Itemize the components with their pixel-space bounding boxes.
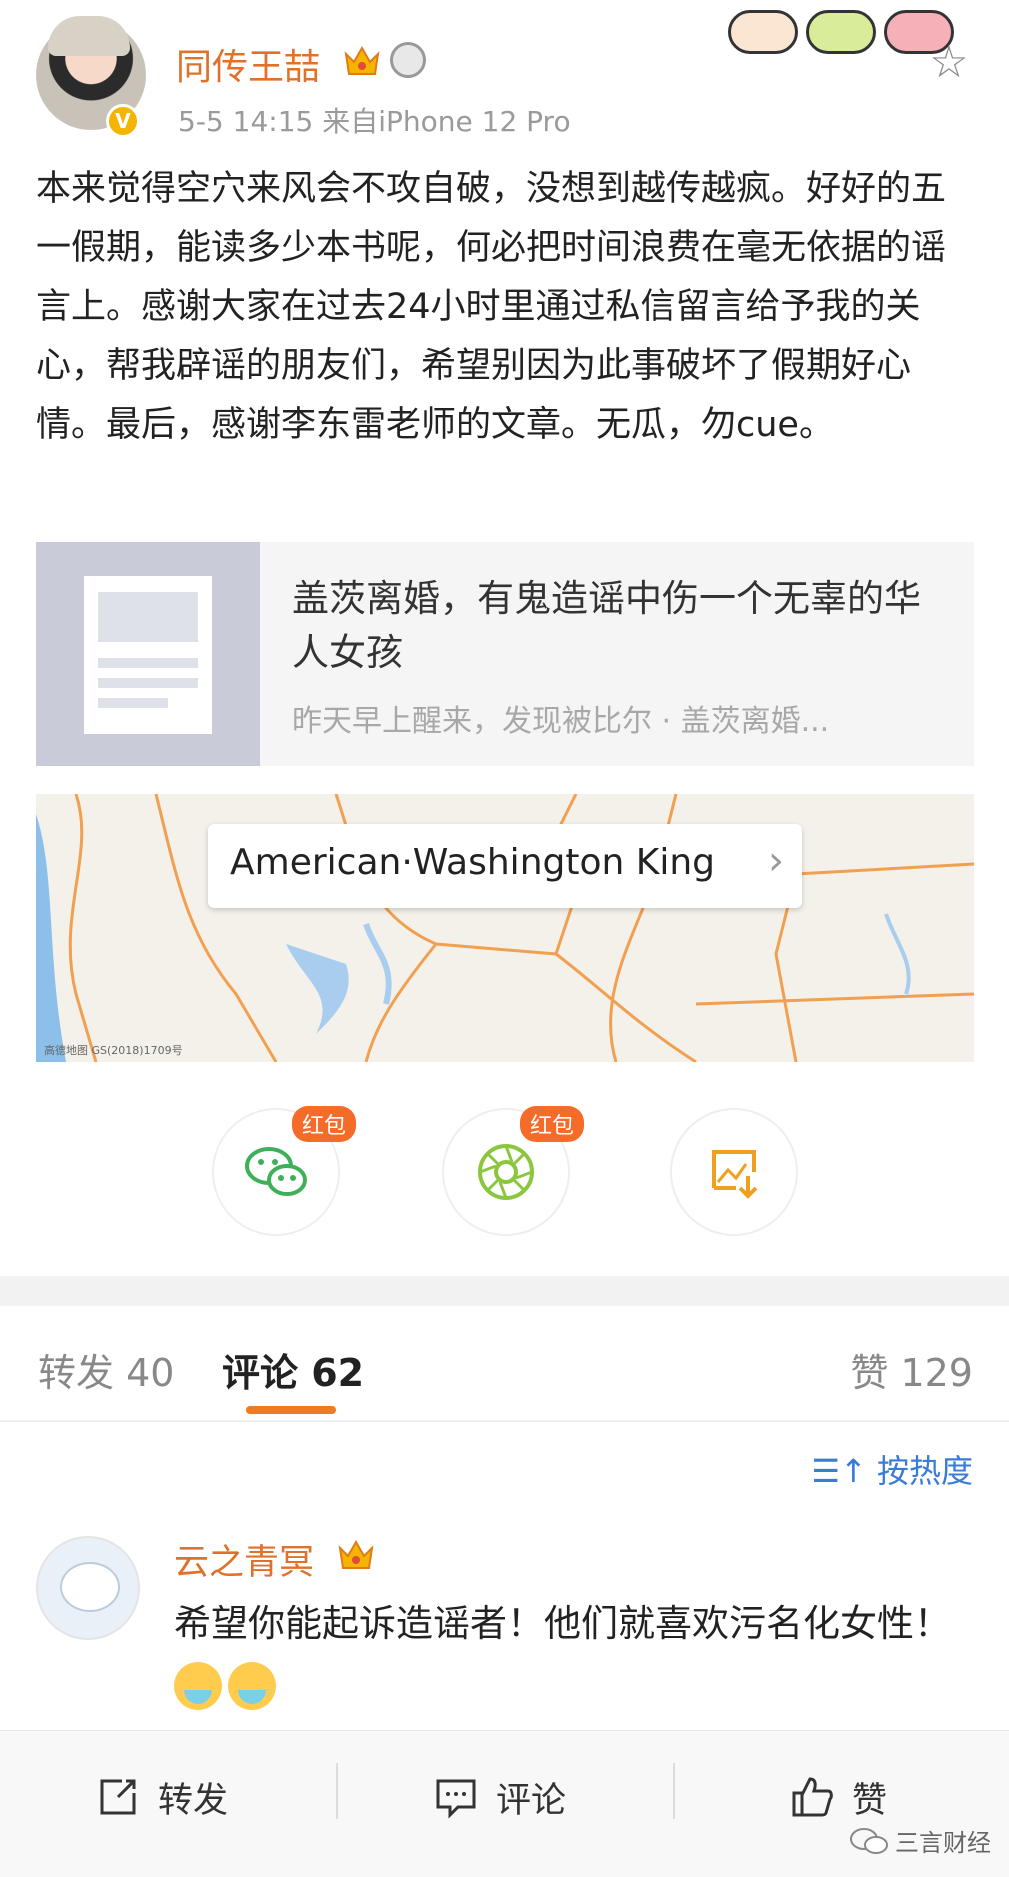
article-title: 盖茨离婚，有鬼造谣中伤一个无辜的华人女孩: [292, 577, 921, 674]
comment-item: 云之青冥 希望你能起诉造谣者！他们就喜欢污名化女性！: [0, 1530, 1009, 1730]
bar-separator: [673, 1763, 675, 1819]
article-card[interactable]: 盖茨离婚，有鬼造谣中伤一个无辜的华人女孩 昨天早上醒来，发现被比尔 · 盖茨离婚…: [36, 542, 974, 766]
chevron-right-icon: ›: [768, 838, 784, 884]
save-image-icon: [712, 1150, 758, 1199]
watermark-text: 三言财经: [895, 1829, 991, 1857]
document-icon: [84, 576, 212, 734]
image-placeholder-icon: [98, 592, 198, 642]
favorite-star-icon[interactable]: ☆: [926, 40, 972, 86]
verified-badge-icon: V: [106, 104, 140, 138]
comment-icon: [436, 1779, 476, 1819]
red-packet-badge: 红包: [292, 1106, 357, 1142]
sticker-decorations: [728, 10, 958, 60]
text-line: [98, 658, 198, 668]
article-description: 昨天早上醒来，发现被比尔 · 盖茨离婚...: [292, 704, 830, 739]
tab-like[interactable]: 赞 129: [850, 1342, 973, 1397]
share-row: 红包 红包: [0, 1106, 1009, 1238]
post-body-text: 本来觉得空穴来风会不攻自破，没想到越传越疯。好好的五一假期，能读多少本书呢，何必…: [36, 169, 947, 445]
like-label: 赞: [852, 1780, 888, 1821]
avatar-hat: [48, 16, 130, 56]
map-location-button[interactable]: American·Washington King ›: [208, 824, 802, 908]
crown-badge-icon[interactable]: [342, 44, 382, 78]
watermark: 三言财经: [849, 1823, 991, 1858]
post-username[interactable]: 同传王喆: [176, 38, 320, 90]
commenter-name[interactable]: 云之青冥: [174, 1534, 314, 1585]
tab-comment[interactable]: 评论 62: [222, 1342, 364, 1397]
repost-label: 转发: [158, 1780, 229, 1821]
text-line: [98, 678, 198, 688]
post-meta: 5-5 14:15 来自iPhone 12 Pro: [178, 105, 571, 138]
bottom-action-bar: 转发 评论 赞 三言财经: [0, 1730, 1009, 1877]
tab-repost[interactable]: 转发 40: [38, 1342, 174, 1397]
medal-badge-icon[interactable]: [390, 42, 426, 78]
crying-emoji-icon: [228, 1661, 276, 1710]
crying-emoji-icon: [174, 1661, 222, 1710]
map-location-label: American·Washington King: [230, 842, 716, 883]
location-map[interactable]: American·Washington King › 高德地图 GS(2018)…: [36, 794, 974, 1062]
save-image-button[interactable]: [670, 1108, 798, 1236]
wechat-icon: [245, 1147, 307, 1196]
comment-text: 希望你能起诉造谣者！他们就喜欢污名化女性！: [174, 1602, 951, 1645]
interaction-tabs: 转发 40 评论 62 赞 129: [0, 1306, 1009, 1422]
sort-by-hot-button[interactable]: ☰↑ 按热度: [811, 1446, 973, 1492]
moments-shutter-icon: [478, 1144, 534, 1200]
sort-label: 按热度: [876, 1452, 973, 1490]
repost-icon: [100, 1779, 136, 1815]
commenter-avatar[interactable]: [36, 1536, 140, 1640]
active-tab-indicator: [246, 1406, 336, 1414]
bar-separator: [336, 1763, 338, 1819]
sticker-frog-icon: [806, 10, 876, 54]
text-line: [98, 698, 168, 708]
post-header: V 同传王喆 5-5 14:15 来自iPhone 12 Pro ☆: [0, 0, 1009, 160]
cinnamoroll-face-icon: [60, 1562, 120, 1612]
comment-button[interactable]: 评论: [434, 1767, 566, 1827]
thumbs-up-icon: [792, 1777, 833, 1817]
crown-badge-icon[interactable]: [336, 1538, 376, 1572]
red-packet-badge: 红包: [520, 1106, 585, 1142]
map-credit: 高德地图 GS(2018)1709号: [44, 1044, 183, 1057]
wechat-watermark-icon: [850, 1827, 888, 1854]
comment-text-block: 希望你能起诉造谣者！他们就喜欢污名化女性！: [174, 1594, 974, 1714]
repost-button[interactable]: 转发: [96, 1767, 228, 1827]
article-thumbnail-icon: [36, 542, 260, 766]
sticker-chick-icon: [728, 10, 798, 54]
sort-icon: ☰↑: [811, 1452, 867, 1490]
section-divider: [0, 1276, 1009, 1306]
comment-label: 评论: [496, 1780, 567, 1821]
like-button[interactable]: 赞: [790, 1767, 887, 1827]
